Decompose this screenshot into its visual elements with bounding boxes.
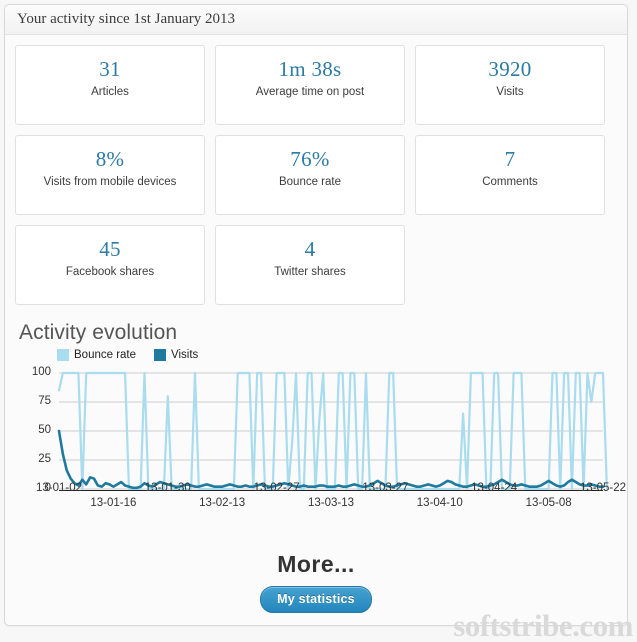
stat-box: 3920 Visits: [415, 45, 605, 125]
activity-evolution-chart: Bounce rate Visits 0 25 50 75 100 13-01-02 13…: [15, 349, 626, 529]
chart-x-tick-label: 13-05-22: [579, 482, 627, 494]
stat-label: Articles: [91, 86, 129, 98]
chart-x-tick-label: 13-05-08: [525, 497, 572, 509]
stat-label: Visits from mobile devices: [43, 176, 177, 188]
stat-label: Bounce rate: [278, 176, 341, 188]
chart-y-tick-label: 50: [38, 424, 51, 436]
chart-y-tick-label: 25: [38, 453, 51, 465]
chart-x-tick-label: 13-01-02: [35, 482, 83, 494]
chart-x-tick-label: 13-04-10: [416, 497, 463, 509]
stat-box: 76% Bounce rate: [215, 135, 405, 215]
stat-box: 1m 38s Average time on post: [215, 45, 405, 125]
stat-box: 31 Articles: [15, 45, 205, 125]
chart-x-tick-label: 13-03-27: [362, 482, 409, 494]
more-block: More... My statistics: [15, 551, 617, 613]
legend-item-bounce-rate: Bounce rate: [57, 349, 136, 361]
stat-box: 7 Comments: [415, 135, 605, 215]
activity-panel: Your activity since 1st January 2013 31 A…: [4, 4, 628, 626]
panel-body: 31 Articles 1m 38s Average time on post 3920…: [5, 35, 627, 625]
chart-y-tick-label: 75: [38, 395, 51, 407]
stat-label: Visits: [496, 86, 524, 98]
panel-title: Your activity since 1st January 2013: [5, 5, 627, 35]
stat-value: 1m 38s: [278, 57, 342, 81]
stat-label: Facebook shares: [65, 266, 155, 278]
stat-grid: 31 Articles 1m 38s Average time on post 3920…: [15, 45, 617, 305]
my-statistics-button[interactable]: My statistics: [260, 586, 372, 613]
chart-x-tick-label: 13-02-27: [253, 482, 300, 494]
activity-dashboard: Your activity since 1st January 2013 31 A…: [0, 0, 637, 642]
legend-swatch-visits: [154, 349, 167, 361]
stat-label: Comments: [482, 176, 538, 188]
legend-item-visits: Visits: [154, 349, 198, 361]
legend-label-visits: Visits: [171, 349, 199, 361]
chart-x-tick-label: 13-01-30: [144, 482, 191, 494]
chart-x-tick-label: 13-04-24: [471, 482, 518, 494]
stat-value: 8%: [95, 147, 125, 171]
chart-x-tick-label: 13-01-16: [90, 497, 137, 509]
stat-value: 7: [504, 147, 516, 171]
stat-value: 31: [99, 57, 121, 81]
stat-label: Twitter shares: [274, 266, 346, 278]
stat-value: 4: [304, 237, 316, 261]
stat-box: 4 Twitter shares: [215, 225, 405, 305]
stat-box: 8% Visits from mobile devices: [15, 135, 205, 215]
more-heading: More...: [277, 551, 355, 577]
chart-x-tick-label: 13-03-13: [307, 497, 355, 509]
stat-value: 3920: [488, 57, 532, 81]
chart-x-axis: 13-01-02 13-01-16 13-01-30 13-02-13 13-02-27…: [15, 480, 626, 516]
chart-legend: Bounce rate Visits: [57, 349, 210, 361]
legend-swatch-bounce-rate: [57, 349, 69, 361]
stat-value: 45: [99, 237, 121, 261]
chart-y-tick-label: 100: [31, 366, 51, 378]
legend-label-bounce-rate: Bounce rate: [74, 349, 137, 361]
stat-label: Average time on post: [255, 86, 365, 98]
stat-box: 45 Facebook shares: [15, 225, 205, 305]
stat-value: 76%: [290, 147, 330, 171]
section-title-activity-evolution: Activity evolution: [19, 321, 178, 344]
chart-x-tick-label: 13-02-13: [199, 497, 246, 509]
